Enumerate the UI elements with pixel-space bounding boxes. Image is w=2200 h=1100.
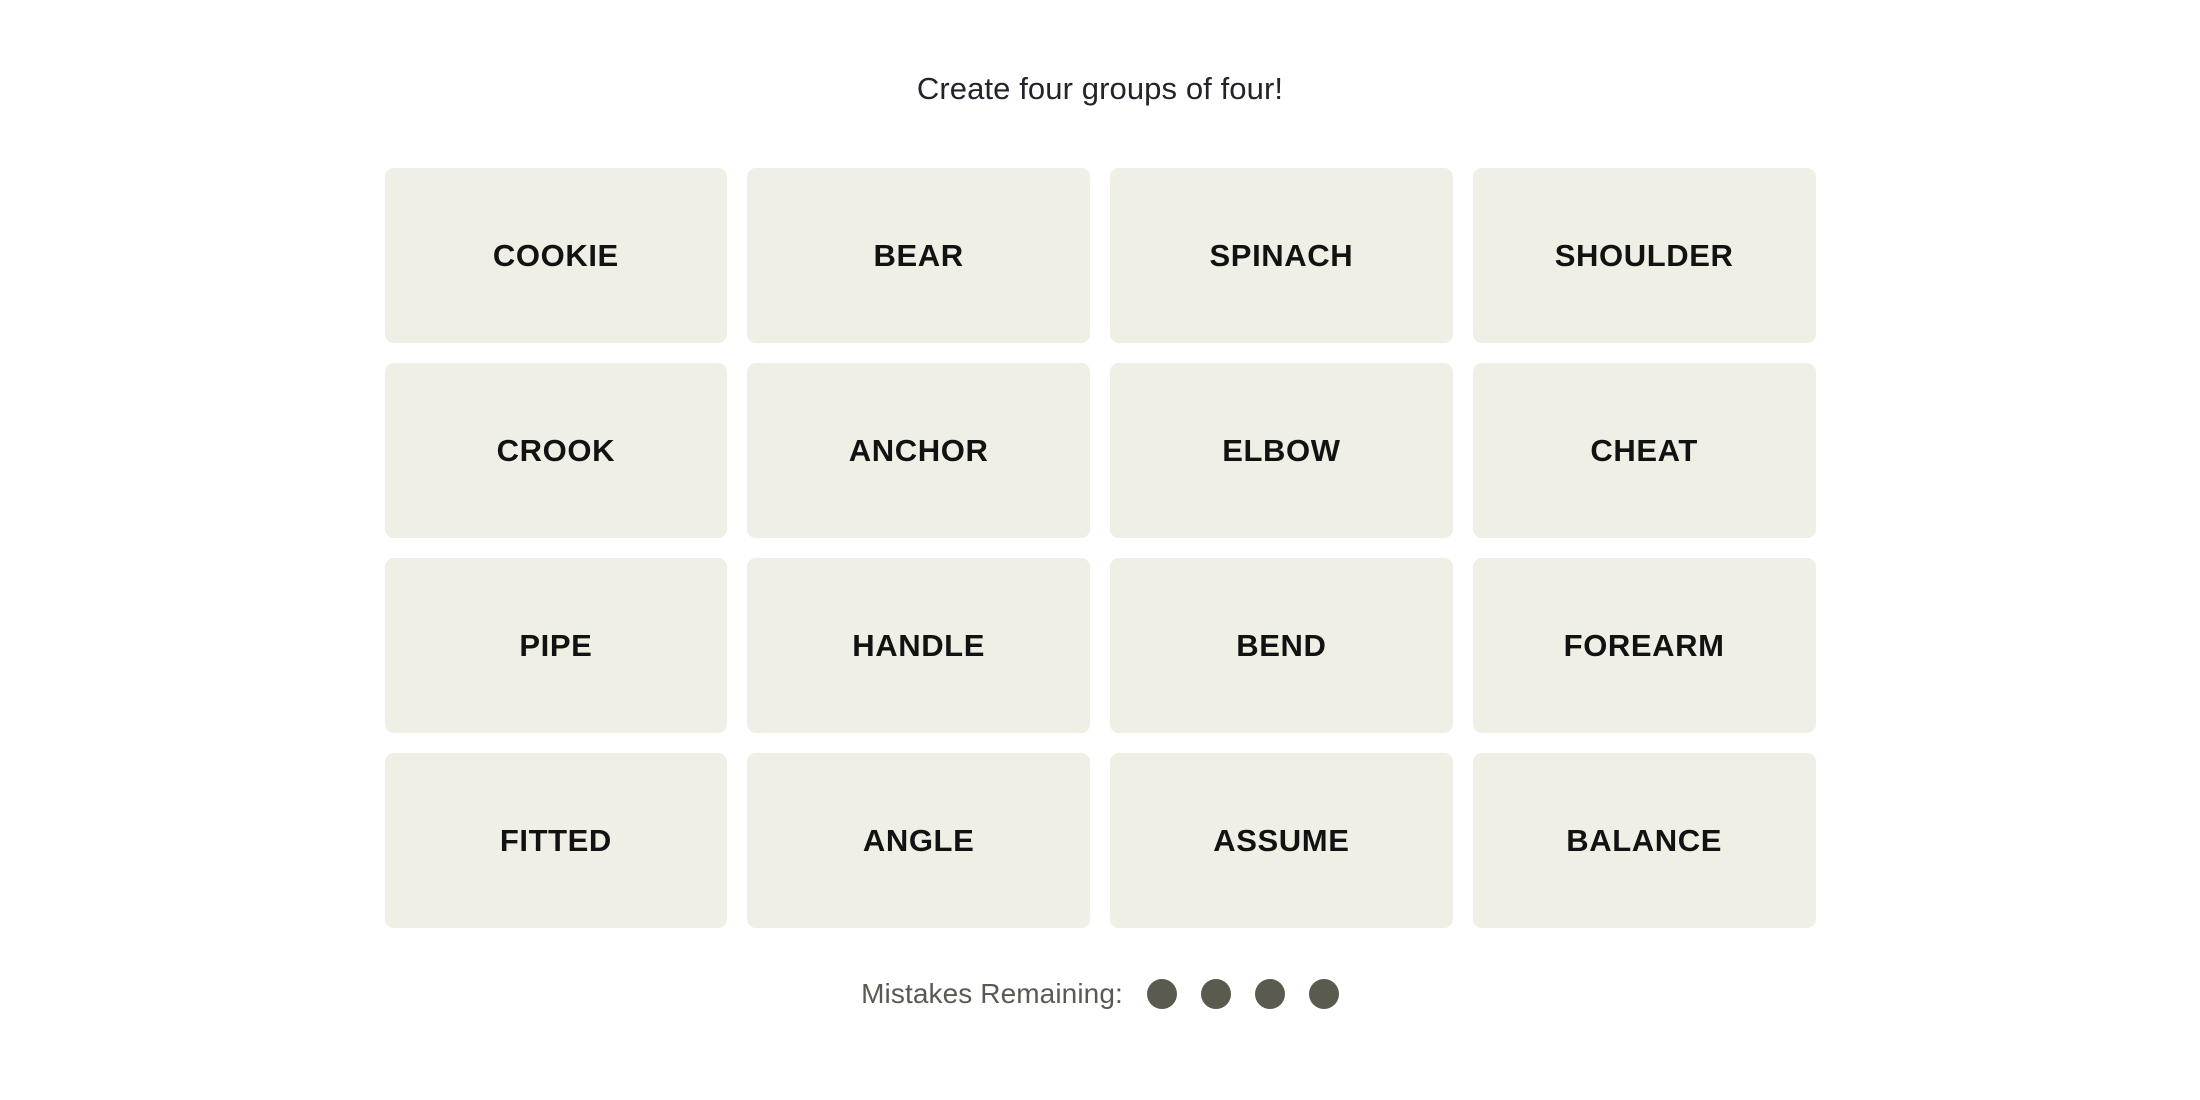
mistake-dot (1200, 979, 1231, 1010)
word-tile-label: ASSUME (1213, 823, 1350, 859)
word-tile-label: CHEAT (1590, 433, 1698, 469)
word-tile-label: ANGLE (862, 823, 975, 859)
word-tile-label: FOREARM (1563, 628, 1725, 664)
connections-game: Create four groups of four! COOKIE BEAR SP… (0, 0, 2200, 1100)
word-tile[interactable]: FITTED (384, 753, 728, 929)
word-tile-label: CROOK (496, 433, 616, 469)
word-tile[interactable]: ANCHOR (747, 363, 1090, 539)
word-tile-label: HANDLE (852, 628, 985, 664)
word-tile[interactable]: COOKIE (384, 168, 728, 344)
mistakes-remaining: Mistakes Remaining: (861, 978, 1339, 1010)
word-tile-label: BALANCE (1566, 823, 1722, 859)
word-tile[interactable]: HANDLE (747, 558, 1090, 734)
mistake-dot (1308, 979, 1339, 1010)
word-tile[interactable]: ASSUME (1110, 753, 1453, 929)
word-tile-label: COOKIE (492, 238, 619, 274)
word-tile[interactable]: BALANCE (1472, 753, 1816, 929)
word-tile[interactable]: BEAR (747, 168, 1090, 344)
word-tile-label: ANCHOR (848, 433, 989, 469)
word-tile-label: BEAR (873, 238, 964, 274)
mistakes-remaining-label: Mistakes Remaining: (861, 978, 1123, 1010)
word-tile[interactable]: PIPE (384, 558, 728, 734)
word-tile[interactable]: SHOULDER (1472, 168, 1816, 344)
word-tile[interactable]: ELBOW (1110, 363, 1453, 539)
word-tile[interactable]: CHEAT (1472, 363, 1816, 539)
word-tile-label: SHOULDER (1554, 238, 1734, 274)
word-tile-label: BEND (1236, 628, 1327, 664)
word-tile[interactable]: SPINACH (1110, 168, 1453, 344)
mistake-dot (1146, 979, 1177, 1010)
word-tile-label: FITTED (499, 823, 612, 859)
word-tile-label: PIPE (519, 628, 593, 664)
mistake-dots (1146, 979, 1339, 1010)
word-tile-label: SPINACH (1209, 238, 1354, 274)
game-instruction: Create four groups of four! (916, 71, 1284, 106)
word-tile[interactable]: FOREARM (1472, 558, 1816, 734)
word-grid: COOKIE BEAR SPINACH SHOULDER CROOK ANCHOR ELBO… (384, 168, 1816, 929)
mistake-dot (1254, 979, 1285, 1010)
word-tile[interactable]: CROOK (384, 363, 728, 539)
word-tile[interactable]: BEND (1110, 558, 1453, 734)
word-tile-label: ELBOW (1222, 433, 1341, 469)
word-tile[interactable]: ANGLE (747, 753, 1090, 929)
